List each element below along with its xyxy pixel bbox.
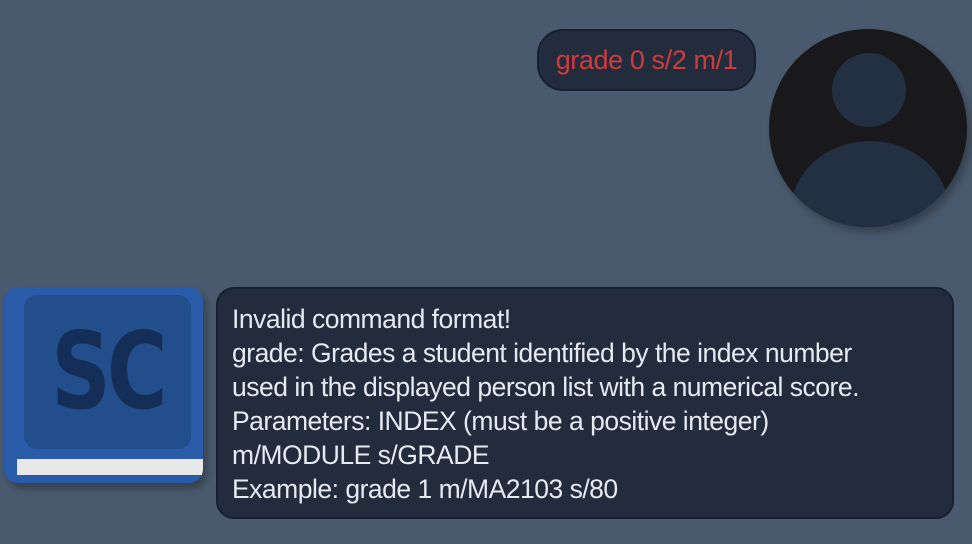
bot-message-line: Parameters: INDEX (must be a positive in… bbox=[232, 406, 769, 436]
book-pages bbox=[17, 459, 203, 475]
bot-message-line: Example: grade 1 m/MA2103 s/80 bbox=[232, 474, 618, 504]
bot-message-bubble: Invalid command format! grade: Grades a … bbox=[216, 287, 954, 519]
book-cover: SC bbox=[24, 295, 191, 449]
bot-message-line: m/MODULE s/GRADE bbox=[232, 440, 490, 470]
bot-message-line: used in the displayed person list with a… bbox=[232, 372, 859, 402]
bot-message-line: grade: Grades a student identified by th… bbox=[232, 338, 852, 368]
avatar-body bbox=[791, 141, 949, 227]
book-icon: SC bbox=[4, 287, 203, 483]
user-avatar-icon bbox=[769, 29, 967, 227]
book-logo-text: SC bbox=[51, 310, 167, 433]
avatar-head bbox=[832, 53, 906, 127]
user-message-bubble: grade 0 s/2 m/1 bbox=[537, 29, 756, 91]
bot-message-line: Invalid command format! bbox=[232, 304, 511, 334]
